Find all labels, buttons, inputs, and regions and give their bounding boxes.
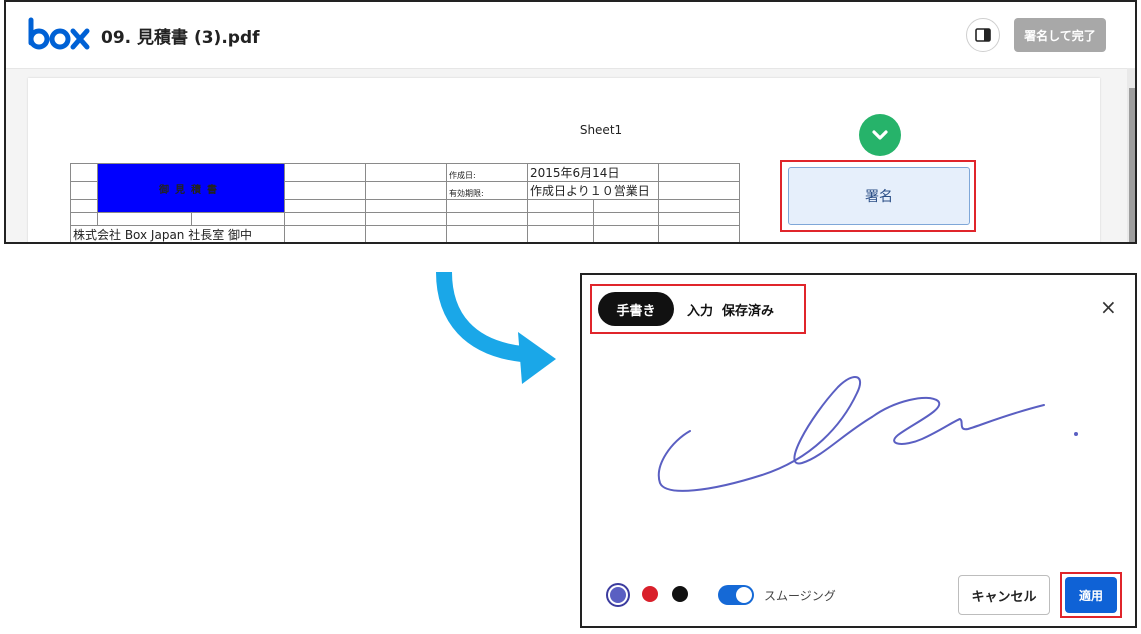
smoothing-toggle[interactable]	[718, 585, 754, 605]
created-value: 2015年6月14日	[527, 163, 659, 182]
signature-field-highlight: 署名	[780, 160, 976, 232]
box-logo	[28, 17, 90, 50]
smoothing-label: スムージング	[764, 589, 836, 603]
document-viewer: 09. 見積書 (3).pdf 署名して完了 Sheet1 御見積書 作成日: …	[4, 0, 1137, 244]
apply-button[interactable]: 適用	[1065, 577, 1117, 613]
scrollbar-thumb[interactable]	[1129, 88, 1135, 242]
valid-value: 作成日より１０営業日	[527, 181, 659, 200]
created-label: 作成日:	[446, 163, 528, 182]
color-swatch-red[interactable]	[642, 586, 658, 602]
signature-dialog: 手書き 入力 保存済み × スムージング キャンセル 適用	[580, 273, 1137, 628]
signature-field[interactable]: 署名	[788, 167, 970, 225]
apply-button-highlight: 適用	[1060, 572, 1122, 618]
tab-type[interactable]: 入力	[687, 292, 713, 326]
signature-drawing-canvas[interactable]	[642, 365, 1112, 515]
sheet-label: Sheet1	[579, 123, 623, 137]
quote-title: 御見積書	[97, 163, 285, 213]
viewer-header: 09. 見積書 (3).pdf 署名して完了	[6, 2, 1135, 69]
recipient-name: 株式会社 Box Japan 社長室 御中	[70, 225, 285, 242]
color-swatch-black[interactable]	[672, 586, 688, 602]
file-title: 09. 見積書 (3).pdf	[101, 28, 260, 48]
close-icon[interactable]: ×	[1100, 297, 1117, 317]
sidebar-panel-icon	[975, 28, 991, 42]
completed-check-icon	[859, 114, 901, 156]
curved-arrow-icon	[436, 271, 556, 384]
sidebar-toggle-button[interactable]	[966, 18, 1000, 52]
tab-saved[interactable]: 保存済み	[722, 292, 774, 326]
tab-handwriting[interactable]: 手書き	[598, 292, 674, 326]
toggle-knob	[736, 587, 752, 603]
signature-tabs-highlight: 手書き 入力 保存済み	[590, 284, 806, 334]
cancel-button[interactable]: キャンセル	[958, 575, 1050, 615]
color-swatch-blue[interactable]	[610, 587, 626, 603]
valid-label: 有効期限:	[446, 181, 528, 200]
vertical-scrollbar[interactable]	[1127, 68, 1135, 242]
sign-and-finish-button[interactable]: 署名して完了	[1014, 18, 1106, 52]
spreadsheet-table: 御見積書 作成日: 2015年6月14日 有効期限: 作成日より１０営業日 株式…	[70, 163, 740, 242]
